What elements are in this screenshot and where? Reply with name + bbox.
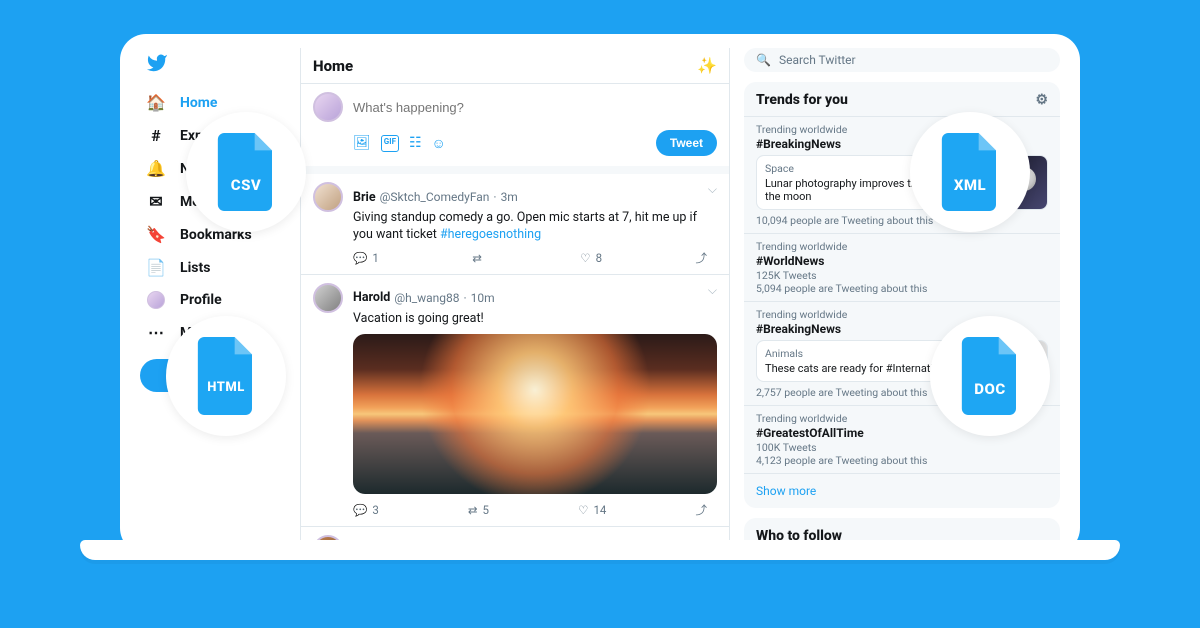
tweet-photo[interactable] bbox=[353, 334, 717, 494]
xml-file-icon: XML bbox=[910, 112, 1030, 232]
trend-stat: 5,094 people are Tweeting about this bbox=[756, 282, 1048, 295]
compose-box: 🖼 GIF ☷ ☺ Tweet bbox=[301, 84, 729, 174]
laptop-base bbox=[80, 540, 1120, 560]
who-to-follow-title: Who to follow bbox=[744, 518, 1060, 540]
reply-icon: 💬 bbox=[353, 503, 367, 517]
retweet-button[interactable]: ⇄5 bbox=[468, 502, 489, 518]
csv-file-icon: CSV bbox=[186, 112, 306, 232]
emoji-icon[interactable]: ☺ bbox=[432, 135, 446, 152]
like-button[interactable]: ♡14 bbox=[578, 502, 606, 518]
doc-file-icon: DOC bbox=[930, 316, 1050, 436]
hashtag-link[interactable]: #heregoesnothing bbox=[440, 227, 541, 242]
sidebar-item-lists[interactable]: 📄 Lists bbox=[140, 251, 292, 284]
share-button[interactable]: ⤴ bbox=[695, 250, 707, 266]
poll-icon[interactable]: ☷ bbox=[409, 135, 422, 152]
sidebar-item-label: Profile bbox=[180, 292, 222, 308]
handle[interactable]: @h_wang88 bbox=[394, 291, 459, 305]
retweet-icon: ⇄ bbox=[472, 251, 482, 265]
avatar[interactable] bbox=[313, 92, 343, 122]
hash-icon: # bbox=[146, 126, 166, 145]
trend-count: 100K Tweets bbox=[756, 441, 1048, 454]
chevron-down-icon[interactable]: ⌵ bbox=[708, 182, 717, 212]
avatar[interactable] bbox=[313, 182, 343, 212]
bookmark-icon: 🔖 bbox=[146, 225, 166, 244]
search-icon: 🔍 bbox=[756, 53, 771, 67]
heart-icon: ♡ bbox=[580, 251, 590, 265]
tweet[interactable]: Brie @Sktch_ComedyFan · 3m ⌵ Giving stan… bbox=[301, 174, 729, 275]
handle[interactable]: @Sktch_ComedyFan bbox=[380, 190, 490, 204]
timeline: Home ✨ 🖼 GIF ☷ ☺ Tweet bbox=[300, 48, 730, 540]
compose-tweet-button[interactable]: Tweet bbox=[656, 130, 717, 156]
share-icon: ⤴ bbox=[695, 250, 707, 266]
timestamp: 10m bbox=[471, 291, 495, 305]
html-file-icon: HTML bbox=[166, 316, 286, 436]
image-icon[interactable]: 🖼 bbox=[353, 135, 371, 152]
more-icon: ⋯ bbox=[146, 323, 166, 342]
profile-icon bbox=[146, 291, 166, 309]
twitter-logo-icon[interactable] bbox=[146, 52, 292, 78]
display-name[interactable]: Brie bbox=[353, 190, 376, 205]
chevron-down-icon[interactable]: ⌵ bbox=[708, 283, 717, 313]
sparkle-icon[interactable]: ✨ bbox=[697, 56, 717, 75]
tweet[interactable]: Harold @h_wang88 · 10m ⌵ Vacation is goi… bbox=[301, 275, 729, 527]
trends-title: Trends for you bbox=[756, 92, 848, 108]
retweet-icon: ⇄ bbox=[468, 503, 478, 517]
heart-icon: ♡ bbox=[578, 503, 588, 517]
trend-tag[interactable]: #WorldNews bbox=[756, 254, 1048, 268]
mail-icon: ✉ bbox=[146, 192, 166, 211]
search-placeholder: Search Twitter bbox=[779, 53, 856, 67]
search-input[interactable]: 🔍 Search Twitter bbox=[744, 48, 1060, 72]
compose-input[interactable] bbox=[353, 100, 717, 115]
timestamp: 3m bbox=[501, 190, 518, 204]
trend-count: 125K Tweets bbox=[756, 269, 1048, 282]
reply-icon: 💬 bbox=[353, 251, 367, 265]
trend-context: Trending worldwide bbox=[756, 240, 1048, 253]
reply-button[interactable]: 💬3 bbox=[353, 502, 379, 518]
gif-icon[interactable]: GIF bbox=[381, 135, 399, 152]
sidebar-item-home[interactable]: 🏠 Home bbox=[140, 86, 292, 119]
sidebar-item-label: Home bbox=[180, 95, 217, 111]
trend-item[interactable]: Trending worldwide #WorldNews 125K Tweet… bbox=[744, 233, 1060, 301]
reply-button[interactable]: 💬1 bbox=[353, 250, 379, 266]
twitter-app: 🏠 Home # Explore 🔔 Notifications ✉ Messa… bbox=[120, 34, 1080, 554]
sidebar-item-profile[interactable]: Profile bbox=[140, 284, 292, 316]
share-button[interactable]: ⤴ bbox=[695, 502, 707, 518]
page-title: Home bbox=[313, 57, 353, 75]
trend-stat: 4,123 people are Tweeting about this bbox=[756, 454, 1048, 467]
share-icon: ⤴ bbox=[695, 502, 707, 518]
right-column: 🔍 Search Twitter Trends for you ⚙ Trendi… bbox=[730, 48, 1060, 540]
retweet-button[interactable]: ⇄ bbox=[472, 250, 487, 266]
list-icon: 📄 bbox=[146, 258, 166, 277]
avatar[interactable] bbox=[313, 283, 343, 313]
sidebar-item-label: Lists bbox=[180, 260, 210, 276]
show-more-button[interactable]: Show more bbox=[744, 473, 1060, 508]
like-button[interactable]: ♡8 bbox=[580, 250, 602, 266]
bell-icon: 🔔 bbox=[146, 159, 166, 178]
tweet-text: Vacation is going great! bbox=[353, 311, 484, 326]
home-icon: 🏠 bbox=[146, 93, 166, 112]
gear-icon[interactable]: ⚙ bbox=[1035, 92, 1048, 108]
display-name[interactable]: Harold bbox=[353, 290, 390, 305]
